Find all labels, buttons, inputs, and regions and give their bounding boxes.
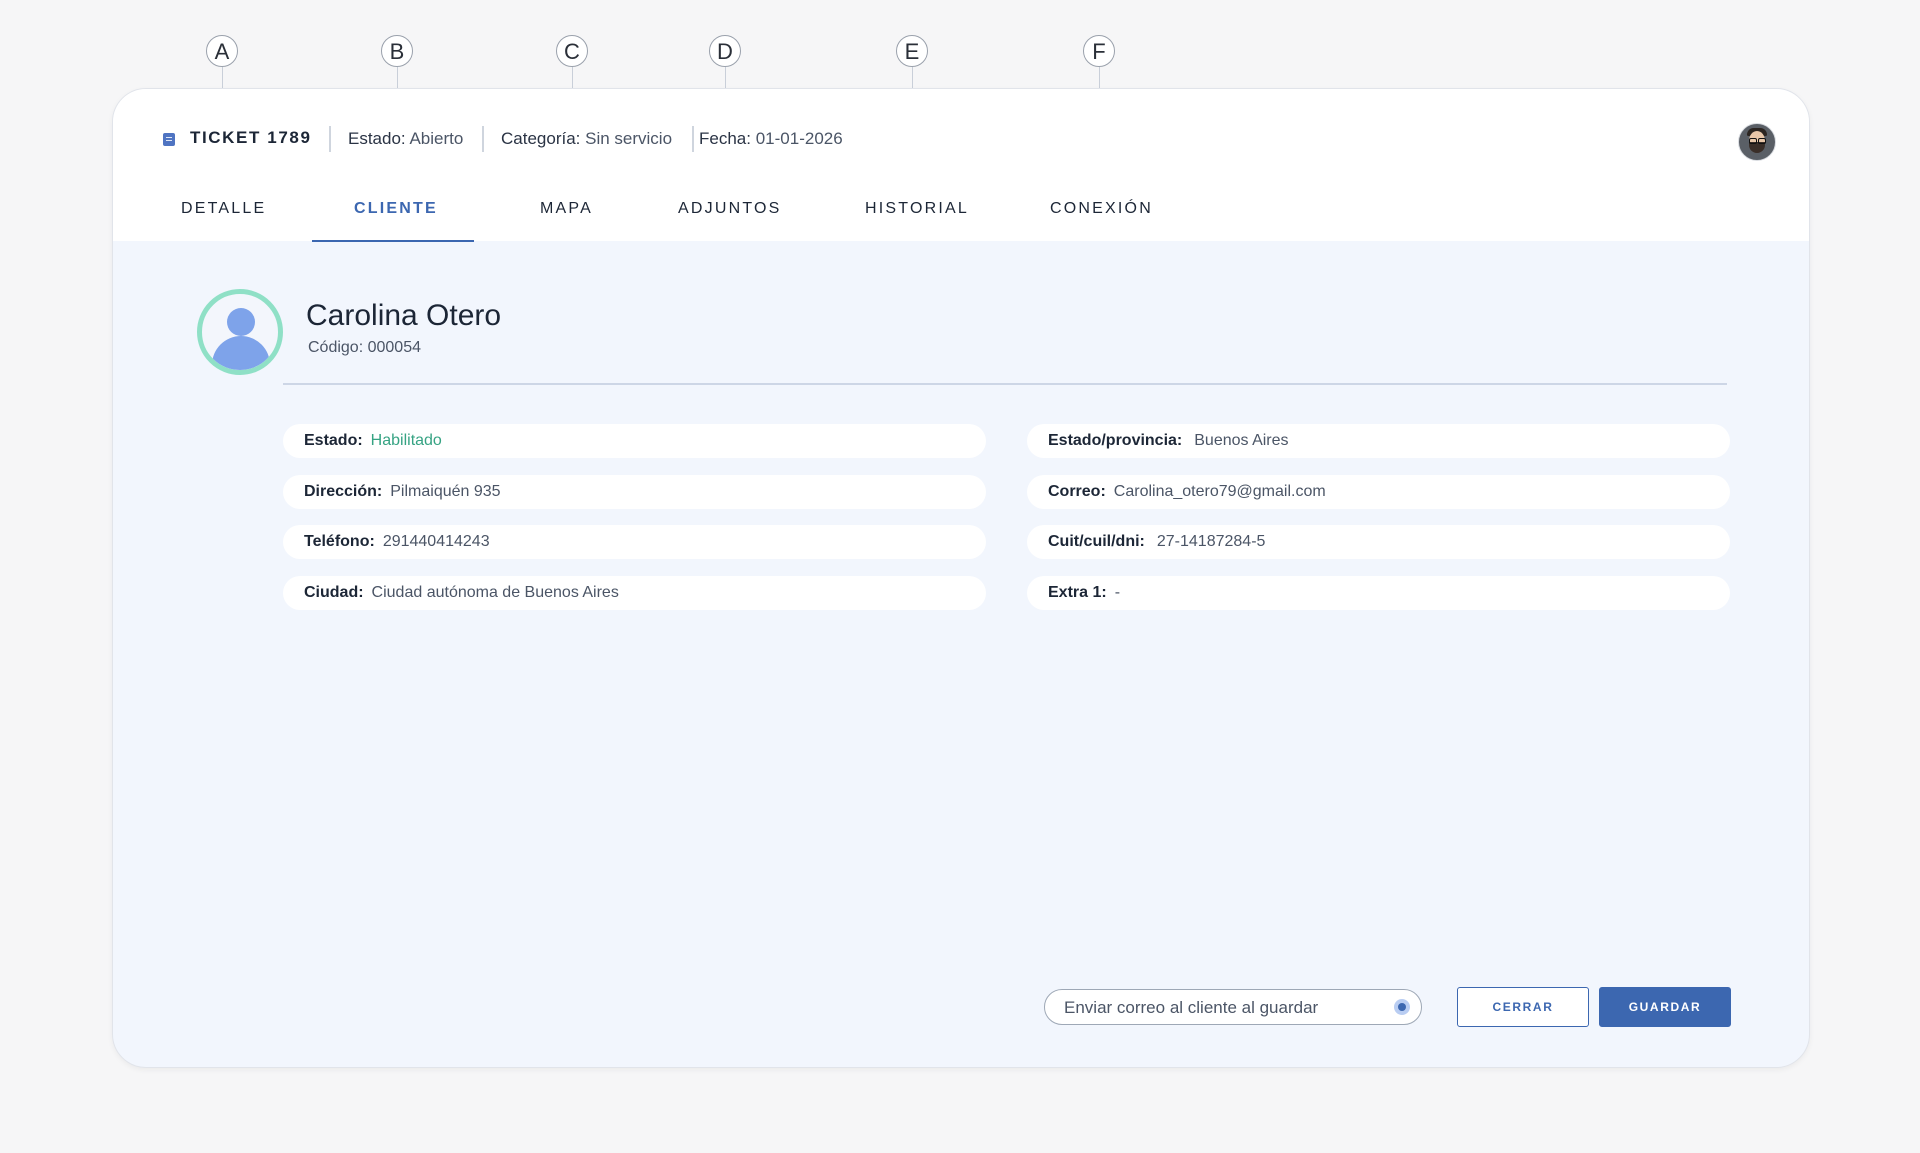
ticket-status-value: Abierto [409, 129, 464, 148]
client-code: Código: 000054 [308, 339, 421, 356]
tab-cliente[interactable]: CLIENTE [354, 200, 438, 218]
tab-historial[interactable]: HISTORIAL [865, 200, 969, 218]
field-value: - [1114, 584, 1121, 601]
field-value: Ciudad autónoma de Buenos Aires [371, 584, 619, 601]
ticket-category-value: Sin servicio [585, 129, 673, 148]
ticket-title: TICKET 1789 [190, 128, 312, 147]
callout-f: F [1083, 35, 1115, 67]
field-label: Cuit/cuil/dni: [1048, 533, 1145, 550]
field-value: Pilmaiquén 935 [390, 483, 501, 500]
field-label: Dirección: [304, 483, 383, 500]
send-email-toggle[interactable]: Enviar correo al cliente al guardar [1044, 989, 1422, 1025]
field-label: Estado/provincia: [1048, 432, 1183, 449]
field-label: Correo: [1048, 483, 1106, 500]
tab-mapa[interactable]: MAPA [540, 200, 593, 218]
field-value: 27-14187284-5 [1156, 533, 1266, 550]
field-direccion: Dirección: Pilmaiquén 935 [283, 475, 986, 509]
callout-c: C [556, 35, 588, 67]
send-email-radio[interactable] [1394, 999, 1410, 1015]
callout-e: E [896, 35, 928, 67]
ticket-status: Estado: Abierto [348, 129, 463, 149]
header-separator [482, 126, 484, 152]
field-label: Estado: [304, 432, 363, 449]
field-label: Extra 1: [1048, 584, 1107, 601]
close-button[interactable]: CERRAR [1457, 987, 1589, 1027]
person-icon [197, 289, 283, 375]
header-separator [329, 126, 331, 152]
header-separator [692, 126, 694, 152]
user-avatar[interactable] [1738, 123, 1776, 161]
ticket-category-label: Categoría: [501, 129, 581, 148]
field-label: Ciudad: [304, 584, 364, 601]
tab-conexion[interactable]: CONEXIÓN [1050, 200, 1153, 218]
ticket-icon [163, 133, 175, 146]
field-label: Teléfono: [304, 533, 375, 550]
field-value: Habilitado [370, 432, 442, 449]
active-tab-indicator [312, 240, 474, 242]
send-email-label: Enviar correo al cliente al guardar [1064, 998, 1319, 1017]
tab-adjuntos[interactable]: ADJUNTOS [678, 200, 782, 218]
field-extra-1: Extra 1: - [1027, 576, 1730, 610]
ticket-date-label: Fecha: [699, 129, 751, 148]
callout-d: D [709, 35, 741, 67]
ticket-date: Fecha: 01-01-2026 [699, 129, 843, 149]
save-button[interactable]: GUARDAR [1599, 987, 1731, 1027]
ticket-card: TICKET 1789 Estado: Abierto Categoría: S… [112, 88, 1810, 1068]
field-ciudad: Ciudad: Ciudad autónoma de Buenos Aires [283, 576, 986, 610]
profile-divider [283, 383, 1727, 385]
callout-b: B [381, 35, 413, 67]
client-name: Carolina Otero [306, 299, 502, 332]
tab-detalle[interactable]: DETALLE [181, 200, 266, 218]
field-value: Buenos Aires [1194, 432, 1289, 449]
field-cuit: Cuit/cuil/dni: 27-14187284-5 [1027, 525, 1730, 559]
ticket-header-panel [113, 89, 1809, 241]
field-value: 291440414243 [382, 533, 490, 550]
ticket-date-value: 01-01-2026 [755, 129, 843, 148]
field-estado: Estado: Habilitado [283, 424, 986, 458]
callout-a: A [206, 35, 238, 67]
field-estado-provincia: Estado/provincia: Buenos Aires [1027, 424, 1730, 458]
field-value: Carolina_otero79@gmail.com [1113, 483, 1326, 500]
ticket-status-label: Estado: [348, 129, 406, 148]
ticket-category: Categoría: Sin servicio [501, 129, 672, 149]
field-correo: Correo: Carolina_otero79@gmail.com [1027, 475, 1730, 509]
field-telefono: Teléfono: 291440414243 [283, 525, 986, 559]
